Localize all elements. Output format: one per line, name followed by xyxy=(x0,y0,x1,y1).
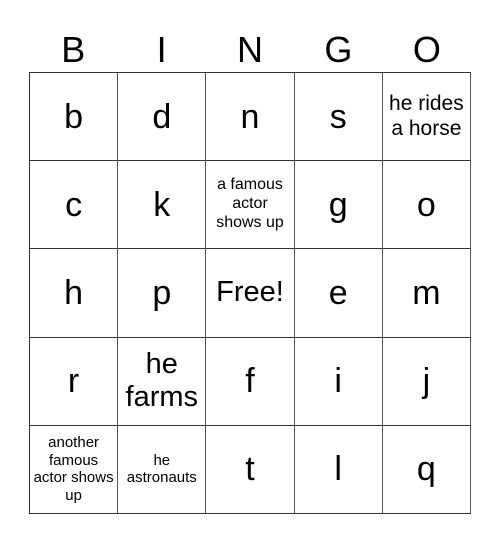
header-letter-n: N xyxy=(237,29,264,70)
header-letter-g: G xyxy=(324,29,353,70)
free-space-cell[interactable]: Free! xyxy=(206,249,295,338)
bingo-cell[interactable]: b xyxy=(30,73,119,162)
bingo-cell[interactable]: a famous actor shows up xyxy=(206,161,295,250)
bingo-cell[interactable]: i xyxy=(294,337,383,426)
header-letter-o: O xyxy=(412,29,441,70)
bingo-cell[interactable]: k xyxy=(118,161,207,250)
bingo-cell[interactable]: l xyxy=(294,425,383,514)
bingo-cell[interactable]: he farms xyxy=(118,337,207,426)
bingo-cell[interactable]: h xyxy=(30,249,119,338)
bingo-cell[interactable]: p xyxy=(118,249,207,338)
bingo-cell[interactable]: o xyxy=(382,161,471,250)
bingo-cell[interactable]: he rides a horse xyxy=(382,73,471,162)
bingo-cell[interactable]: d xyxy=(118,73,207,162)
bingo-cell[interactable]: j xyxy=(382,337,471,426)
bingo-cell[interactable]: c xyxy=(30,161,119,250)
bingo-cell[interactable]: f xyxy=(206,337,295,426)
bingo-cell[interactable]: r xyxy=(30,337,119,426)
bingo-cell[interactable]: t xyxy=(206,425,295,514)
bingo-grid: b d n s he rides a horse c k a famous ac… xyxy=(29,72,471,514)
header-letter-i: I xyxy=(156,29,167,70)
bingo-cell[interactable]: n xyxy=(206,73,295,162)
bingo-cell[interactable]: he astronauts xyxy=(118,425,207,514)
bingo-cell[interactable]: e xyxy=(294,249,383,338)
bingo-header: B I N G O xyxy=(29,28,471,72)
bingo-cell[interactable]: another famous actor shows up xyxy=(30,425,119,514)
bingo-cell[interactable]: s xyxy=(294,73,383,162)
bingo-cell[interactable]: q xyxy=(382,425,471,514)
header-letter-b: B xyxy=(61,29,86,70)
bingo-cell[interactable]: g xyxy=(294,161,383,250)
bingo-cell[interactable]: m xyxy=(382,249,471,338)
